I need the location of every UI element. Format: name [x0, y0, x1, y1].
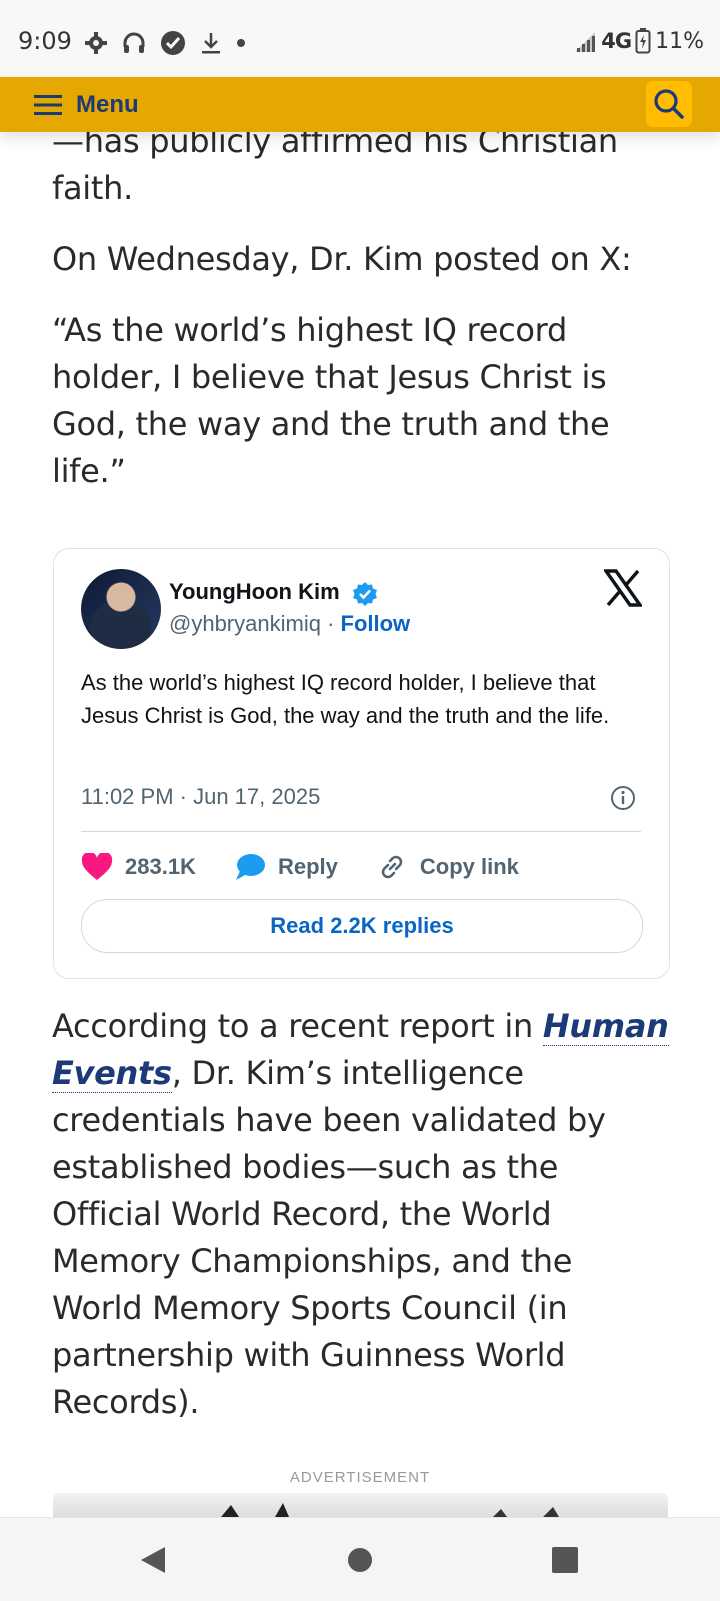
advertisement-image[interactable] [53, 1493, 668, 1517]
back-triangle-icon [141, 1546, 165, 1573]
heart-icon [81, 853, 113, 880]
advertisement-label: ADVERTISEMENT [289, 1469, 431, 1486]
read-replies-button[interactable]: Read 2.2K replies [81, 899, 643, 953]
handle-separator: · [327, 611, 335, 636]
like-button[interactable]: 283.1K [81, 853, 196, 881]
battery-charging-icon [635, 28, 651, 54]
nav-recents-button[interactable] [525, 1518, 605, 1601]
reply-label: Reply [277, 854, 338, 879]
dot-icon [237, 39, 245, 47]
author-avatar[interactable] [81, 569, 161, 649]
paragraph-text: , Dr. Kim’s intelligence credentials hav… [52, 1054, 606, 1421]
paragraph-text: According to a recent report in [52, 1007, 543, 1045]
status-icons-left [84, 30, 246, 56]
nav-back-button[interactable] [113, 1518, 193, 1601]
menu-button[interactable]: Menu [34, 77, 139, 132]
embedded-tweet[interactable]: YoungHoon Kim @yhbryankimiq · Follow As … [53, 548, 670, 979]
article-body-continued: According to a recent report in Human Ev… [52, 1003, 672, 1450]
status-bar: 9:09 4G 11% [0, 0, 720, 77]
system-nav-bar [0, 1517, 720, 1601]
menu-label: Menu [76, 90, 139, 118]
reply-bubble-icon [235, 854, 265, 880]
tweet-text: As the world’s highest IQ record holder,… [81, 670, 610, 728]
reply-button[interactable]: Reply [234, 852, 338, 882]
signal-icon [575, 32, 596, 52]
tweet-timestamp[interactable]: 11:02 PM · Jun 17, 2025 [81, 784, 320, 810]
network-type: 4G [601, 29, 632, 53]
info-icon[interactable] [610, 785, 636, 811]
follow-link[interactable]: Follow [341, 611, 411, 636]
status-right: 4G 11% [573, 28, 704, 54]
article-quote: “As the world’s highest IQ record holder… [52, 311, 610, 490]
site-header: Menu [0, 77, 720, 132]
status-time: 9:09 [18, 27, 72, 55]
nav-home-button[interactable] [320, 1518, 400, 1601]
tweet-actions: 283.1K Reply Copy link [81, 847, 641, 887]
copy-link-button[interactable]: Copy link [376, 851, 519, 883]
article-paragraph: —has publicly affirmed his Christian fai… [52, 122, 618, 207]
ad-image-fragment [221, 1503, 559, 1517]
search-icon [654, 89, 684, 119]
tweet-author-name[interactable]: YoungHoon Kim [169, 579, 340, 605]
search-button[interactable] [646, 81, 692, 127]
x-logo-icon[interactable] [604, 569, 642, 607]
tweet-handle-row: @yhbryankimiq · Follow [169, 611, 410, 637]
article-paragraph: On Wednesday, Dr. Kim posted on X: [52, 240, 632, 278]
tweet-handle[interactable]: @yhbryankimiq [169, 611, 321, 636]
tweet-divider [81, 831, 641, 832]
home-circle-icon [348, 1547, 372, 1572]
like-count: 283.1K [125, 854, 196, 879]
recents-square-icon [552, 1546, 578, 1573]
article-paragraph: According to a recent report in Human Ev… [52, 1003, 672, 1426]
vpn-check-icon [161, 31, 185, 55]
download-icon [202, 33, 220, 54]
hamburger-icon [34, 94, 62, 115]
link-icon [381, 855, 403, 879]
battery-percent: 11% [655, 28, 704, 54]
verified-badge-icon [353, 582, 377, 606]
article-body: —has publicly affirmed his Christian fai… [52, 118, 672, 519]
settings-icon [85, 32, 107, 54]
headphones-icon [123, 32, 145, 53]
copy-link-label: Copy link [419, 854, 519, 879]
